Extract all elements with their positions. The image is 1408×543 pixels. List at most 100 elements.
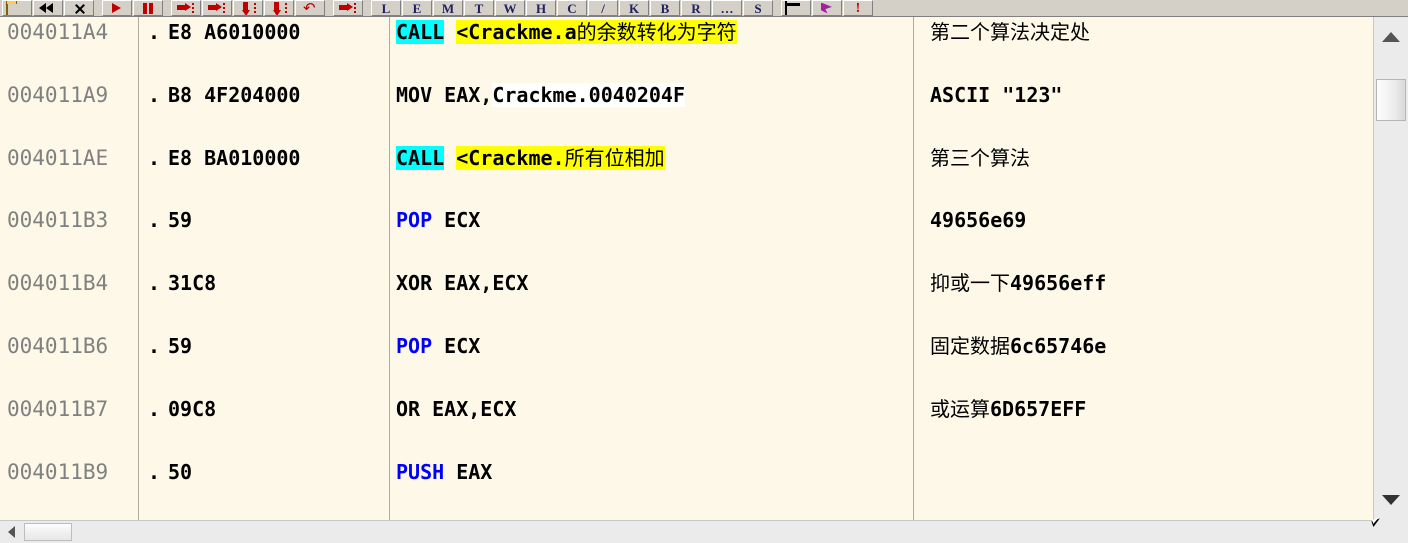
row-marker: . (148, 271, 161, 296)
trace-over-icon[interactable] (264, 0, 294, 16)
row-hex-dump: 50 (168, 459, 193, 484)
trace-into-icon[interactable] (233, 0, 263, 16)
run-trace-button[interactable]: … (712, 0, 742, 16)
disassembly-row[interactable]: 004011B3. 59 POP ECX 49656e69 (0, 205, 1373, 236)
row-operand-prefix: EAX (456, 459, 493, 484)
options-icon[interactable] (781, 0, 811, 16)
executable-modules-button[interactable]: E (402, 0, 432, 16)
purple-icon (816, 2, 838, 15)
references-button[interactable]: R (681, 0, 711, 16)
row-disassembly: POP ECX (396, 331, 480, 362)
row-hex-dump: 59 (168, 208, 193, 233)
row-comment: 49656e69 (930, 208, 1027, 233)
scroll-up-arrow-icon[interactable] (1374, 17, 1408, 57)
row-operand: <Crackme.所有位相加 (456, 145, 665, 170)
row-marker: . (148, 333, 161, 358)
horizontal-scrollbar[interactable] (0, 520, 1373, 543)
run-icon[interactable] (102, 0, 132, 16)
close-program-icon[interactable] (64, 0, 94, 16)
row-disassembly: PUSH EAX (396, 457, 492, 488)
row-marker: . (148, 208, 161, 233)
window-icon (785, 1, 807, 15)
row-disassembly: MOV EAX,Crackme.0040204F (396, 80, 685, 111)
play-icon (106, 2, 128, 15)
open-file-icon[interactable] (2, 0, 32, 16)
source-button[interactable]: S (743, 0, 773, 16)
rewind-icon (37, 2, 59, 15)
row-operand: Crackme.0040204F (492, 82, 685, 107)
row-comment: ASCII "123" (930, 82, 1063, 107)
row-address: 004011B6 (7, 333, 109, 358)
cpu-button-label: C (567, 1, 577, 16)
executable-modules-button-label: E (412, 1, 422, 16)
row-disassembly: CALL <Crackme.所有位相加 (396, 143, 665, 174)
row-mnemonic: CALL (396, 20, 445, 44)
plugins-icon[interactable] (812, 0, 842, 16)
row-mnemonic: XOR (396, 271, 433, 296)
scroll-left-arrow-icon[interactable] (0, 521, 22, 543)
disassembly-row[interactable]: 004011B9. 50 PUSH EAX (0, 457, 1373, 488)
cpu-button[interactable]: C (557, 0, 587, 16)
execute-till-return-icon[interactable] (295, 0, 325, 16)
row-operand-prefix: EAX,ECX (432, 396, 517, 421)
restart-icon[interactable] (33, 0, 63, 16)
row-operand-prefix: ECX (444, 333, 481, 358)
row-marker: . (148, 396, 161, 421)
animate-icon[interactable] (333, 0, 363, 16)
run-trace-button-label: … (720, 1, 734, 16)
row-address: 004011A4 (7, 20, 109, 44)
row-disassembly: CALL <Crackme.a的余数转化为字符 (396, 17, 737, 48)
patches-button[interactable]: / (588, 0, 618, 16)
vertical-scrollbar[interactable] (1373, 17, 1408, 520)
step-into-icon[interactable] (171, 0, 201, 16)
row-operand-prefix: EAX, (444, 82, 493, 107)
row-comment: 抑或一下49656eff (930, 271, 1107, 296)
row-address: 004011B3 (7, 208, 109, 233)
help-button[interactable]: ! (843, 0, 873, 16)
scroll-down-arrow-icon[interactable] (1374, 480, 1408, 520)
disassembly-pane[interactable]: 004011A4. E8 A6010000 CALL <Crackme.a的余数转化… (0, 17, 1373, 520)
vertical-scroll-thumb[interactable] (1376, 79, 1406, 121)
row-hex-dump: E8 BA010000 (168, 145, 301, 170)
handles-button-label: H (535, 1, 547, 16)
row-disassembly: POP ECX (396, 205, 480, 236)
memory-map-button[interactable]: M (433, 0, 463, 16)
pause-icon[interactable] (133, 0, 163, 16)
row-marker: . (148, 145, 161, 170)
horizontal-scroll-thumb[interactable] (24, 523, 72, 541)
pause-icon (137, 2, 159, 15)
source-button-label: S (754, 1, 762, 16)
row-hex-dump: 31C8 (168, 271, 217, 296)
row-mnemonic: MOV (396, 82, 433, 107)
row-comment: 第三个算法 (930, 145, 1030, 170)
threads-button[interactable]: T (464, 0, 494, 16)
row-marker: . (148, 82, 161, 107)
step-over-icon[interactable] (202, 0, 232, 16)
windows-button-label: W (503, 1, 517, 16)
trace-into-icon (237, 1, 259, 15)
undo-icon (299, 1, 321, 15)
row-hex-dump: E8 A6010000 (168, 20, 301, 44)
call-stack-button[interactable]: K (619, 0, 649, 16)
row-address: 004011B7 (7, 396, 109, 421)
row-operand-prefix: EAX,ECX (444, 271, 529, 296)
step-over-icon (337, 2, 359, 15)
handles-button[interactable]: H (526, 0, 556, 16)
row-operand: <Crackme.a的余数转化为字符 (456, 20, 737, 44)
main-toolbar: L E M T W H C / K B R … S! (0, 0, 1408, 17)
row-operand-prefix: ECX (444, 208, 481, 233)
windows-button[interactable]: W (495, 0, 525, 16)
disassembly-row[interactable]: 004011AE. E8 BA010000 CALL <Crackme.所有位相加 第… (0, 143, 1373, 174)
row-mnemonic: POP (396, 333, 433, 358)
disassembly-row[interactable]: 004011B4. 31C8 XOR EAX,ECX 抑或一下49656eff (0, 268, 1373, 299)
disassembly-row[interactable]: 004011B7. 09C8 OR EAX,ECX 或运算6D657EFF (0, 394, 1373, 425)
row-comment: 固定数据6c65746e (930, 333, 1107, 358)
disassembly-row[interactable]: 004011A4. E8 A6010000 CALL <Crackme.a的余数转化… (0, 17, 1373, 48)
breakpoints-button[interactable]: B (650, 0, 680, 16)
disassembly-row[interactable]: 004011B6. 59 POP ECX 固定数据6c65746e (0, 331, 1373, 362)
log-window-button[interactable]: L (371, 0, 401, 16)
row-mnemonic: PUSH (396, 459, 445, 484)
row-mnemonic: OR (396, 396, 421, 421)
row-address: 004011A9 (7, 82, 109, 107)
disassembly-row[interactable]: 004011A9. B8 4F204000 MOV EAX,Crackme.0040… (0, 80, 1373, 111)
